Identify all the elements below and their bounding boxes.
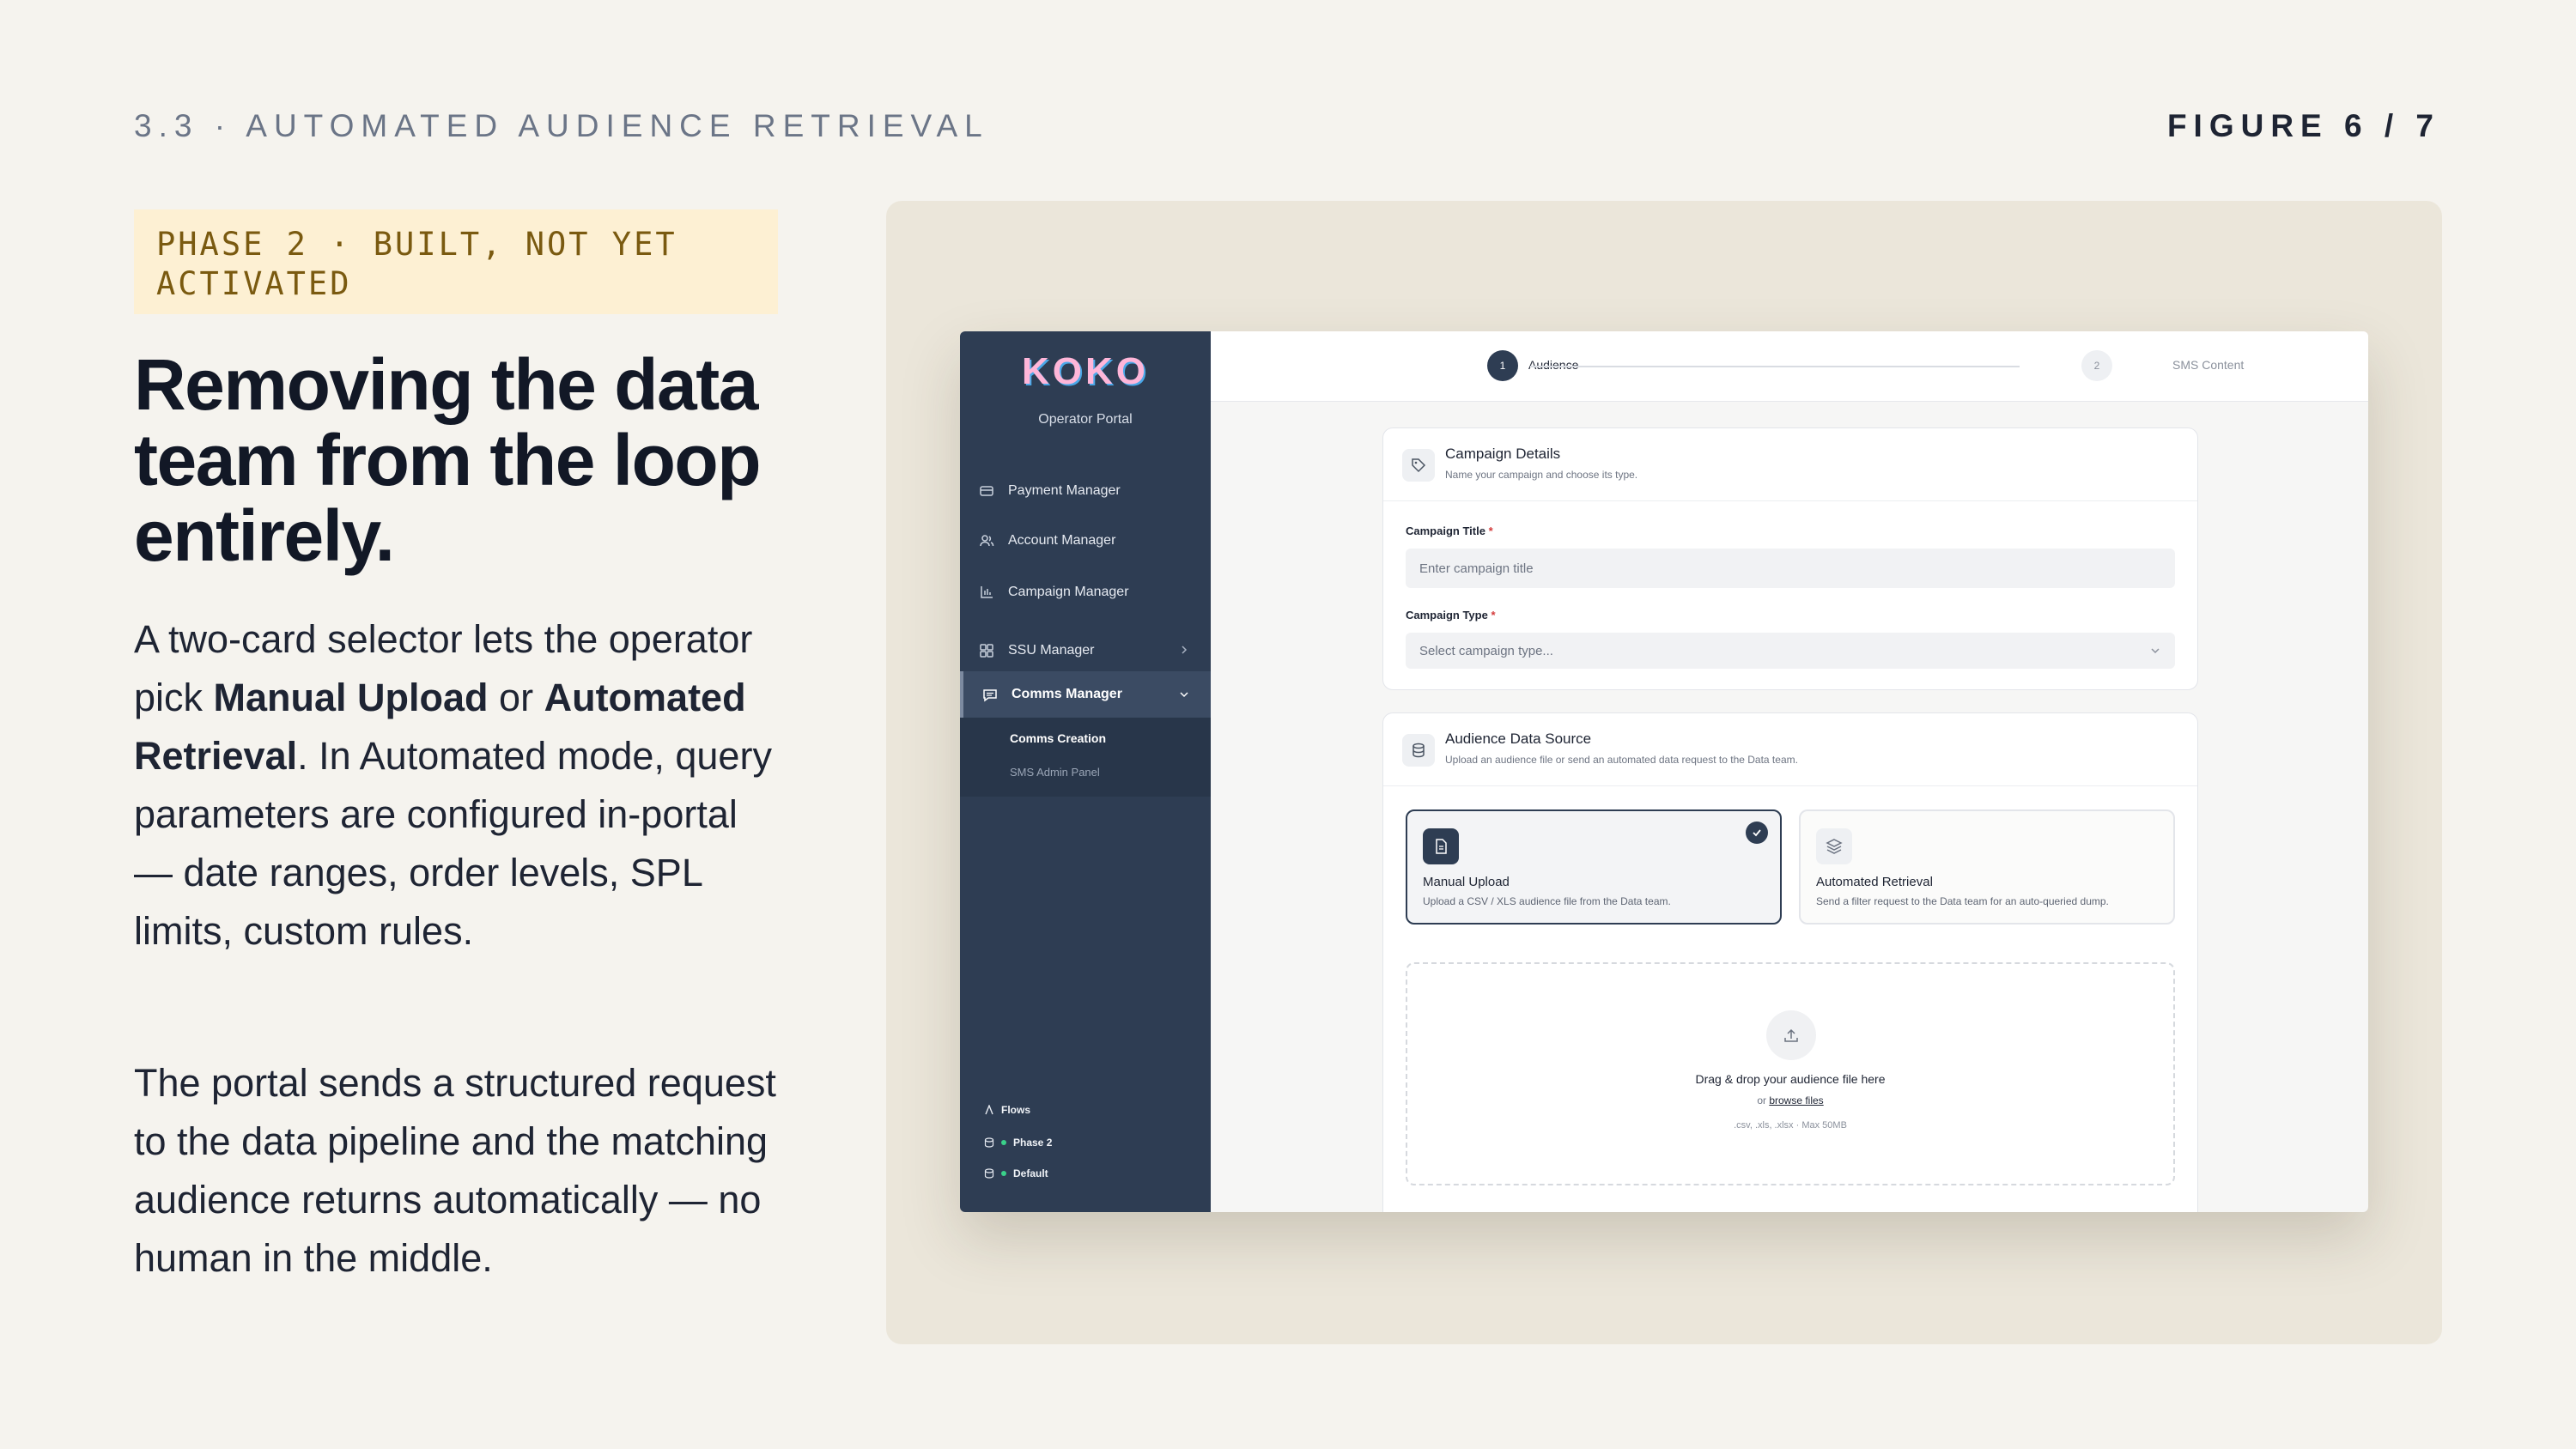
dropzone-browse-line: or browse files (1407, 1094, 2173, 1106)
campaign-type-select[interactable]: Select campaign type... (1406, 633, 2175, 669)
figure-label: FIGURE 6 / 7 (2166, 108, 2440, 143)
sidebar-item-label: SSU Manager (1008, 643, 1095, 658)
browse-files-link[interactable]: browse files (1769, 1094, 1823, 1106)
campaign-type-label: Campaign Type * (1406, 609, 1496, 621)
submenu-item-comms-creation[interactable]: Comms Creation (1010, 731, 1106, 745)
audience-source-title: Audience Data Source (1445, 731, 1592, 747)
tag-icon (1402, 449, 1435, 482)
upload-icon (1766, 1010, 1816, 1060)
sidebar: KOKO Operator Portal Payment Manager Acc… (960, 331, 1211, 1212)
footer-phase-label: Phase 2 (1013, 1137, 1053, 1149)
campaign-details-card: Campaign Details Name your campaign and … (1382, 427, 2198, 690)
dropzone-title: Drag & drop your audience file here (1695, 1072, 1886, 1086)
footer-flows-label: Flows (1001, 1104, 1031, 1116)
step-2-circle[interactable]: 2 (2081, 350, 2112, 381)
section-label: 3.3 · AUTOMATED AUDIENCE RETRIEVAL (134, 108, 989, 143)
status-dot (1001, 1171, 1006, 1176)
bar-chart-icon (981, 586, 993, 598)
required-mark: * (1491, 609, 1496, 621)
card-divider (1383, 500, 2197, 501)
campaign-details-subtitle: Name your campaign and choose its type. (1445, 469, 1638, 481)
campaign-type-placeholder: Select campaign type... (1419, 643, 1553, 658)
app-screenshot: KOKO Operator Portal Payment Manager Acc… (960, 331, 2368, 1212)
comms-submenu: Comms Creation SMS Admin Panel (960, 718, 1211, 797)
status-dot (1001, 1140, 1006, 1145)
headline: Removing the data team from the loop ent… (134, 344, 762, 576)
dropzone-or: or (1757, 1094, 1770, 1106)
campaign-type-label-text: Campaign Type (1406, 609, 1488, 621)
automated-retrieval-option[interactable]: Automated Retrieval Send a filter reques… (1799, 809, 2175, 925)
koko-logo: KOKO (1022, 350, 1149, 392)
campaign-title-label-text: Campaign Title (1406, 524, 1485, 537)
campaign-title-input[interactable]: Enter campaign title (1406, 549, 2175, 588)
footer-default-label: Default (1013, 1167, 1048, 1179)
required-mark: * (1488, 524, 1493, 537)
manual-upload-desc: Upload a CSV / XLS audience file from th… (1423, 895, 1671, 907)
footer-item-phase[interactable]: Phase 2 (984, 1137, 1052, 1149)
manual-upload-option[interactable]: Manual Upload Upload a CSV / XLS audienc… (1406, 809, 1782, 925)
file-dropzone[interactable]: Drag & drop your audience file here or b… (1406, 962, 2175, 1185)
sidebar-item-label: Account Manager (1008, 533, 1116, 548)
step-2-label[interactable]: SMS Content (2172, 358, 2244, 372)
automated-retrieval-title: Automated Retrieval (1816, 875, 1933, 889)
main-content: 1 Audience 2 SMS Content Campaign Detail… (1211, 331, 2368, 1212)
chevron-down-icon (2151, 648, 2160, 654)
sidebar-item-label: Payment Manager (1008, 483, 1121, 498)
layers-icon (1816, 828, 1852, 864)
phase-badge: PHASE 2 · BUILT, NOT YET ACTIVATED (134, 209, 778, 314)
database-icon (984, 1137, 994, 1148)
desc-bold-manual: Manual Upload (213, 676, 489, 719)
database-icon (1402, 734, 1435, 767)
sidebar-item-label: Comms Manager (1012, 687, 1122, 701)
description-paragraph-1: A two-card selector lets the operator pi… (134, 610, 787, 961)
grid-icon (980, 644, 993, 658)
submenu-item-sms-admin[interactable]: SMS Admin Panel (1010, 766, 1100, 779)
message-icon (983, 689, 997, 702)
sidebar-item-comms-manager[interactable]: Comms Manager (960, 671, 1211, 718)
sidebar-item-campaign-manager[interactable]: Campaign Manager (960, 568, 1211, 616)
flows-icon (985, 1105, 993, 1115)
campaign-title-label: Campaign Title * (1406, 524, 1493, 537)
audience-source-card: Audience Data Source Upload an audience … (1382, 712, 2198, 1212)
sidebar-item-account-manager[interactable]: Account Manager (960, 517, 1211, 565)
dropzone-hint: .csv, .xls, .xlsx · Max 50MB (1734, 1120, 1847, 1131)
description-paragraph-2: The portal sends a structured request to… (134, 1061, 776, 1280)
sidebar-item-label: Campaign Manager (1008, 585, 1129, 599)
database-icon (984, 1168, 994, 1179)
desc-text-2: or (488, 676, 544, 719)
audience-source-subtitle: Upload an audience file or send an autom… (1445, 754, 1798, 766)
file-icon (1423, 828, 1459, 864)
chevron-down-icon (1180, 692, 1188, 698)
sidebar-item-payment-manager[interactable]: Payment Manager (960, 467, 1211, 515)
card-divider (1383, 785, 2197, 786)
chevron-right-icon (1182, 646, 1188, 654)
campaign-details-title: Campaign Details (1445, 446, 1561, 462)
step-1-circle[interactable]: 1 (1487, 350, 1518, 381)
users-icon (980, 535, 994, 547)
credit-card-icon (980, 486, 993, 496)
footer-item-default[interactable]: Default (984, 1167, 1048, 1179)
footer-item-flows[interactable]: Flows (984, 1104, 1030, 1116)
stepper: 1 Audience 2 SMS Content (1211, 331, 2368, 402)
sidebar-item-ssu-manager[interactable]: SSU Manager (960, 627, 1211, 675)
selected-check-icon (1746, 822, 1768, 844)
manual-upload-title: Manual Upload (1423, 875, 1510, 889)
automated-retrieval-desc: Send a filter request to the Data team f… (1816, 895, 2109, 907)
stepper-connector (1530, 366, 2020, 367)
portal-label: Operator Portal (1038, 412, 1133, 427)
step-1-label[interactable]: Audience (1528, 358, 1578, 372)
